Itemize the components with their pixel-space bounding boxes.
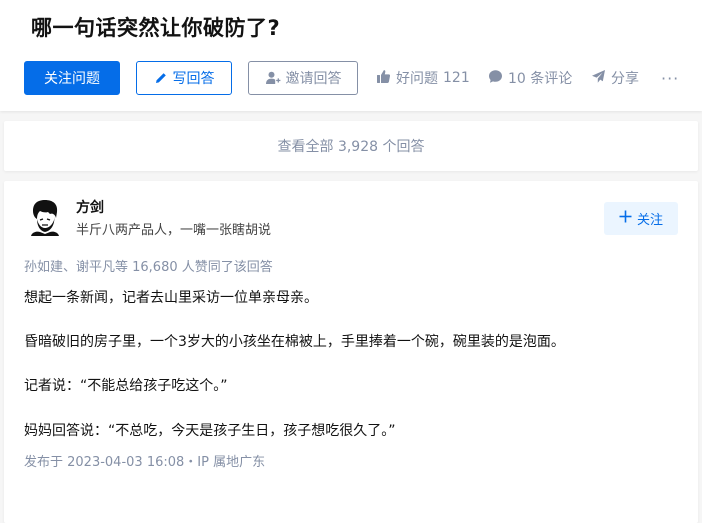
thumbs-up-icon — [376, 69, 391, 88]
invite-answer-label: 邀请回答 — [285, 71, 342, 87]
good-question-count: 121 — [443, 70, 470, 86]
publish-info[interactable]: 发布于 2023-04-03 16:08・IP 属地广东 — [24, 451, 265, 470]
view-all-answers-link[interactable]: 查看全部 3,928 个回答 — [4, 121, 698, 171]
question-header: 哪一句话突然让你破防了? 关注问题 写回答 邀请回答 好问题 121 10 条评… — [0, 0, 702, 111]
follow-author-label: 关注 — [636, 213, 663, 228]
author-name[interactable]: 方剑 — [76, 197, 104, 217]
author-avatar[interactable] — [26, 198, 64, 236]
follow-question-button[interactable]: 关注问题 — [24, 61, 120, 95]
follow-question-label: 关注问题 — [44, 71, 100, 87]
answer-paragraph: 昏暗破旧的房子里，一个3岁大的小孩坐在棉被上，手里捧着一个碗，碗里装的是泡面。 — [24, 334, 565, 350]
follow-author-button[interactable]: 关注 — [604, 202, 678, 235]
comments-button[interactable]: 10 条评论 — [488, 61, 572, 95]
share-button[interactable]: 分享 — [591, 61, 639, 95]
paper-plane-icon — [591, 69, 606, 88]
answer-paragraph: 妈妈回答说：“不总吃，今天是孩子生日，孩子想吃很久了。” — [24, 423, 396, 439]
good-question-label: 好问题 — [396, 71, 438, 87]
add-user-icon — [265, 70, 281, 86]
voters-summary[interactable]: 孙如建、谢平凡等 16,680 人赞同了该回答 — [24, 256, 273, 275]
pen-icon — [154, 71, 168, 85]
write-answer-button[interactable]: 写回答 — [136, 61, 232, 95]
plus-icon — [619, 210, 632, 227]
view-all-answers-label: 查看全部 3,928 个回答 — [277, 139, 425, 155]
comments-label: 10 条评论 — [508, 71, 573, 87]
share-label: 分享 — [611, 71, 639, 87]
good-question-button[interactable]: 好问题 121 — [376, 61, 470, 95]
write-answer-label: 写回答 — [172, 71, 215, 87]
answer-paragraph: 想起一条新闻，记者去山里采访一位单亲母亲。 — [24, 290, 318, 306]
comment-bubble-icon — [488, 69, 503, 88]
author-bio: 半斤八两产品人，一嘴一张瞎胡说 — [76, 223, 272, 238]
invite-answer-button[interactable]: 邀请回答 — [248, 61, 358, 95]
more-options-button[interactable]: ··· — [661, 61, 679, 95]
question-title: 哪一句话突然让你破防了? — [31, 16, 281, 40]
answer-paragraph: 记者说：“不能总给孩子吃这个。” — [24, 378, 228, 394]
answer-card: 方剑 半斤八两产品人，一嘴一张瞎胡说 关注 孙如建、谢平凡等 16,680 人赞… — [4, 181, 698, 523]
